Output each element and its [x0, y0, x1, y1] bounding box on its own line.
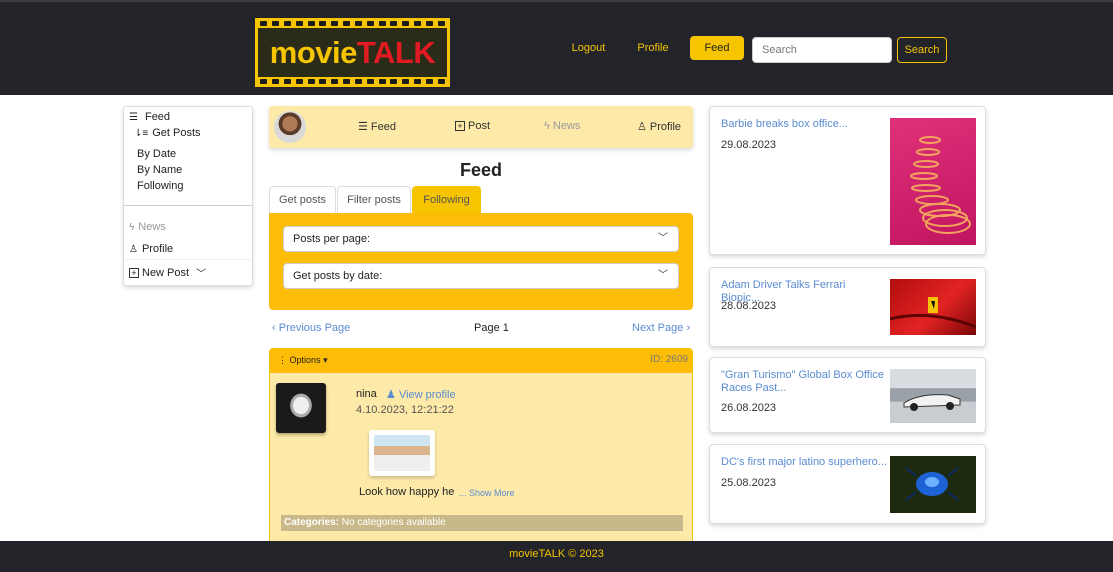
strip-feed-link[interactable]: ☰ Feed — [358, 120, 396, 134]
chevron-right-icon: › — [686, 322, 691, 334]
tab-following[interactable]: Following — [412, 186, 481, 213]
news-date: 29.08.2023 — [721, 139, 777, 151]
news-date: 28.08.2023 — [721, 300, 777, 312]
news-thumbnail[interactable] — [890, 118, 976, 245]
news-card[interactable]: Barbie breaks box office... 29.08.2023 — [709, 106, 986, 255]
sidebar-divider — [124, 205, 252, 206]
search-button[interactable]: Search — [897, 37, 947, 63]
person-icon: ♟ — [386, 389, 396, 401]
movietalk-logo[interactable]: movie TALK — [255, 18, 450, 87]
kebab-icon: ⋮ — [278, 355, 287, 365]
logo-text: movie TALK — [258, 28, 447, 77]
lightning-icon: ϟ — [129, 221, 135, 233]
menu-icon: ☰ — [129, 111, 138, 123]
menu-icon: ☰ — [358, 121, 368, 133]
options-dropdown[interactable]: ⋮ Options ▾ — [278, 355, 328, 366]
post-author-avatar[interactable] — [276, 383, 326, 433]
news-title[interactable]: Barbie breaks box office... — [721, 118, 887, 131]
news-thumbnail[interactable] — [890, 456, 976, 513]
film-strip-holes — [255, 77, 450, 86]
new-post-button[interactable]: + New Post ﹀ — [124, 259, 252, 285]
sidebar-item-feed[interactable]: ☰ Feed — [129, 111, 170, 123]
sort-icon: ⇂≡ — [134, 127, 149, 139]
date-select[interactable]: Get posts by date: ﹀ — [283, 263, 679, 289]
race-car-image — [903, 394, 961, 411]
lightning-icon: ϟ — [544, 120, 550, 132]
post-categories: Categories: No categories available — [281, 515, 683, 531]
person-icon: ♙ — [637, 121, 647, 133]
post-image[interactable] — [369, 430, 435, 476]
chevron-down-icon: ﹀ — [658, 270, 668, 281]
plus-square-icon: + — [455, 121, 465, 131]
filter-panel: Posts per page: ﹀ Get posts by date: ﹀ — [269, 213, 693, 310]
feed-link[interactable]: Feed — [690, 36, 744, 60]
chevron-left-icon: ‹ — [272, 322, 276, 334]
page-title: Feed — [459, 160, 502, 180]
news-title[interactable]: "Gran Turismo" Global Box Office Races P… — [721, 369, 887, 395]
search-input[interactable] — [752, 37, 892, 63]
strip-news-link[interactable]: ϟ News — [544, 120, 580, 132]
avatar[interactable] — [274, 111, 306, 143]
blue-beetle-image — [905, 467, 959, 501]
ferrari-image — [889, 297, 977, 329]
film-strip-holes — [255, 19, 450, 28]
sidebar-item-profile[interactable]: ♙ Profile — [129, 243, 173, 255]
strip-post-link[interactable]: + Post — [455, 120, 490, 132]
post-card: ⋮ Options ▾ ID: 2609 nina ♟ View profile… — [269, 348, 693, 542]
post-header: ⋮ Options ▾ ID: 2609 — [270, 349, 692, 373]
slinky-image — [910, 136, 971, 234]
next-page-link[interactable]: Next Page › — [632, 322, 690, 334]
profile-strip: ☰ Feed + Post ϟ News ♙ Profile — [269, 106, 693, 148]
chevron-down-icon: ﹀ — [196, 269, 207, 280]
chevron-down-icon: ﹀ — [658, 233, 668, 244]
post-photo — [374, 435, 430, 471]
person-icon: ♙ — [129, 243, 138, 255]
sidebar-item-by-date[interactable]: By Date — [137, 148, 176, 160]
logout-link[interactable]: Logout — [566, 36, 611, 60]
tab-filter-posts[interactable]: Filter posts — [337, 186, 411, 213]
top-navbar: movie TALK Logout Profile Feed Search — [0, 0, 1113, 95]
sidebar-item-by-name[interactable]: By Name — [137, 164, 182, 176]
post-date: 4.10.2023, 12:21:22 — [356, 404, 454, 416]
previous-page-link[interactable]: ‹ Previous Page — [272, 322, 350, 334]
news-date: 26.08.2023 — [721, 402, 777, 414]
strip-profile-link[interactable]: ♙ Profile — [637, 120, 681, 134]
sidebar-item-following[interactable]: Following — [137, 180, 183, 192]
news-card[interactable]: "Gran Turismo" Global Box Office Races P… — [709, 357, 986, 433]
caret-down-icon: ▾ — [323, 355, 328, 365]
post-author-name: nina — [356, 388, 377, 400]
show-more-link[interactable]: ... Show More — [459, 488, 515, 498]
post-id: ID: 2609 — [650, 354, 688, 365]
news-thumbnail[interactable] — [890, 369, 976, 423]
news-title[interactable]: DC's first major latino superhero... — [721, 456, 887, 469]
tab-get-posts[interactable]: Get posts — [269, 186, 336, 213]
news-thumbnail[interactable] — [889, 279, 977, 335]
plus-square-icon: + — [129, 267, 139, 278]
post-text: Look how happy he — [359, 486, 455, 498]
news-card[interactable]: DC's first major latino superhero... 25.… — [709, 444, 986, 524]
sidebar-item-news[interactable]: ϟ News — [129, 221, 166, 233]
footer: movieTALK © 2023 — [0, 541, 1113, 572]
profile-link[interactable]: Profile — [633, 36, 673, 60]
sidebar-item-get-posts[interactable]: ⇂≡ Get Posts — [134, 127, 201, 139]
view-profile-link[interactable]: ♟ View profile — [386, 388, 456, 401]
sidebar: ☰ Feed ⇂≡ Get Posts By Date By Name Foll… — [123, 106, 253, 286]
news-date: 25.08.2023 — [721, 477, 777, 489]
posts-per-page-select[interactable]: Posts per page: ﹀ — [283, 226, 679, 252]
news-card[interactable]: Adam Driver Talks Ferrari Biopic... 28.0… — [709, 267, 986, 347]
page-indicator: Page 1 — [474, 322, 509, 334]
